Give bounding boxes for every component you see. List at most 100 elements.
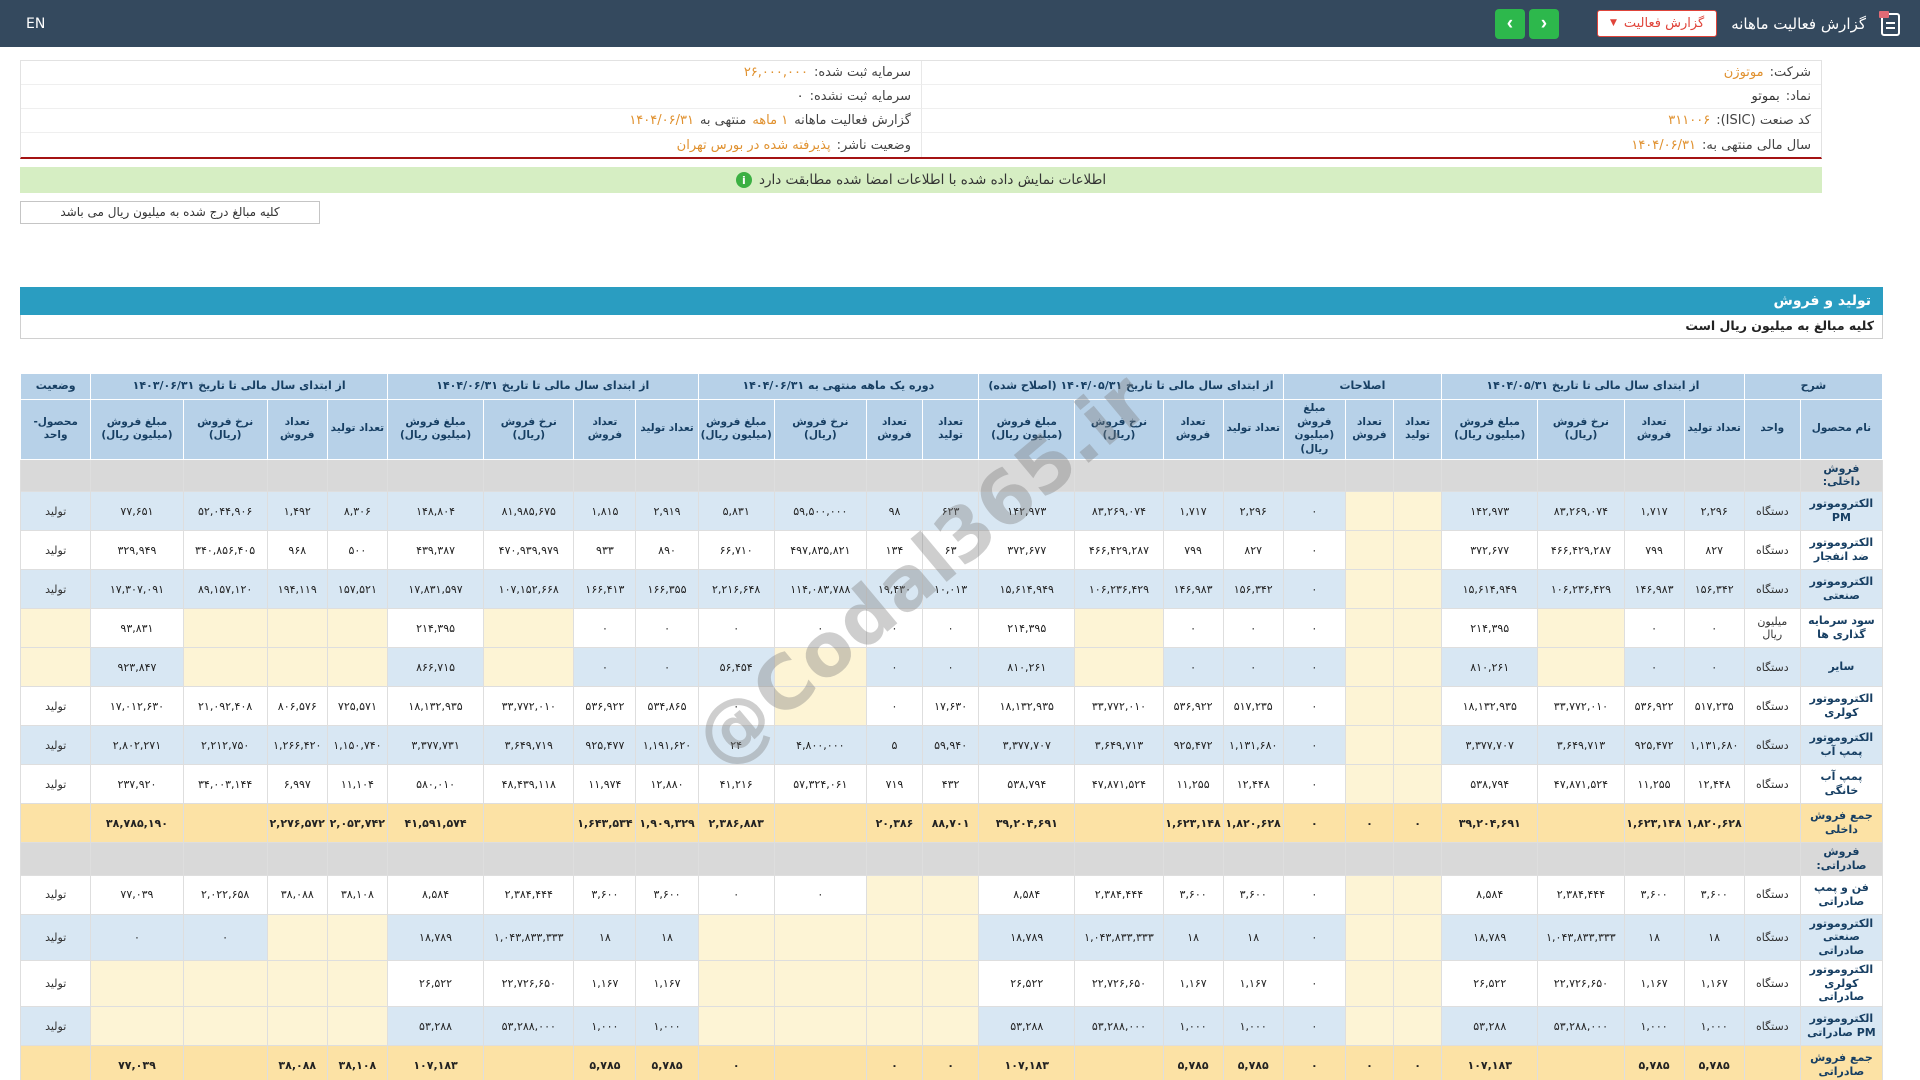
g4-value-cell: ۰ — [697, 608, 775, 649]
product-name-cell: الکتروموتور PM — [1799, 491, 1884, 532]
g1-value-cell: ۱,۰۴۳,۸۳۳,۳۳۳ — [1537, 913, 1625, 961]
g4-value-cell: ۰ — [773, 608, 867, 649]
g4-value-cell: ۴,۸۰۰,۰۰۰ — [773, 725, 867, 766]
header-g6-sold: تعداد فروش — [266, 399, 328, 460]
g4-value-cell: ۲۴ — [697, 725, 775, 766]
g3-value-cell: ۱,۸۲۰,۶۲۸ — [1222, 803, 1284, 844]
header-group-4: از ابتدای سال مالی تا تاریخ ۱۴۰۴/۰۶/۳۱ — [386, 373, 699, 400]
blank-cell — [19, 842, 92, 876]
company-info-row: شرکت: موتوژن — [921, 61, 1821, 85]
prev-report-button[interactable]: ‹ — [1494, 8, 1525, 39]
company-name-link[interactable]: موتوژن — [1724, 65, 1764, 80]
g2-value-cell: ۰ — [1282, 725, 1346, 766]
header-g2-prod: تعداد تولید — [1393, 399, 1443, 460]
g1-value-cell: ۲۲,۷۲۶,۶۵۰ — [1537, 959, 1625, 1008]
company-info-row: گزارش فعالیت ماهانه ۱ ماهه منتهی به ۱۴۰۴… — [21, 109, 921, 133]
info-icon: i — [735, 172, 752, 188]
product-name-cell: جمع فروش داخلی — [1799, 803, 1884, 844]
g1-value-cell: ۱,۶۲۳,۱۴۸ — [1623, 803, 1685, 844]
g1-value-cell: ۱,۷۱۷ — [1623, 491, 1685, 532]
g1-value-cell: ۱۸,۱۳۲,۹۳۵ — [1441, 686, 1539, 727]
g3-value-cell: ۱۸,۷۸۹ — [978, 913, 1076, 961]
g6-value-cell — [266, 608, 328, 649]
g5-value-cell: ۱۰۷,۱۸۳ — [386, 1045, 485, 1080]
g4-value-cell: ۰ — [865, 1045, 924, 1080]
g6-value-cell: ۰ — [90, 913, 184, 961]
blank-cell — [1683, 458, 1745, 493]
g2-value-cell — [1344, 764, 1395, 805]
company-info-row: نماد: بموتو — [921, 85, 1821, 109]
status-cell — [19, 803, 92, 844]
blank-cell — [1282, 842, 1346, 876]
g3-value-cell: ۱۸,۱۳۲,۹۳۵ — [978, 686, 1076, 727]
header-g3-rate: نرخ فروش (ریال) — [1074, 399, 1164, 460]
status-cell: تولید — [19, 686, 92, 727]
g1-value-cell — [1537, 608, 1625, 649]
g4-value-cell: ۹۸ — [865, 491, 924, 532]
g4-value-cell: ۰ — [865, 608, 924, 649]
company-info-row: کد صنعت (ISIC): ۳۱۱۰۰۶ — [921, 109, 1821, 133]
g2-value-cell: ۰ — [1393, 1045, 1443, 1080]
g6-value-cell: ۲۳۷,۹۲۰ — [90, 764, 184, 805]
g5-value-cell: ۸۹۰ — [635, 530, 699, 571]
g6-value-cell: ۱۷,۰۱۲,۶۳۰ — [90, 686, 184, 727]
g1-value-cell: ۱۴۲,۹۷۳ — [1441, 491, 1539, 532]
blank-cell — [182, 842, 268, 876]
g2-value-cell — [1393, 725, 1443, 766]
g1-value-cell: ۴۷,۸۷۱,۵۲۴ — [1537, 764, 1625, 805]
blank-cell — [386, 842, 485, 876]
g5-value-cell: ۲۱۴,۳۹۵ — [386, 608, 485, 649]
g1-value-cell — [1537, 803, 1625, 844]
g1-value-cell: ۳,۶۰۰ — [1683, 874, 1745, 915]
g6-value-cell: ۹۳,۸۳۱ — [90, 608, 184, 649]
report-period-highlight: ۱ ماهه — [752, 113, 789, 128]
g4-value-cell: ۰ — [865, 647, 924, 688]
g2-value-cell — [1393, 913, 1443, 961]
header-g5-prod: تعداد تولید — [635, 399, 699, 460]
g6-value-cell: ۱,۲۶۶,۴۲۰ — [266, 725, 328, 766]
g6-value-cell: ۳۴۰,۸۵۶,۴۰۵ — [182, 530, 268, 571]
product-name-cell: الکتروموتور کولری — [1799, 686, 1884, 727]
g5-value-cell: ۴۱,۵۹۱,۵۷۴ — [386, 803, 485, 844]
blank-cell — [1393, 842, 1443, 876]
g1-value-cell — [1537, 647, 1625, 688]
g4-value-cell: ۵۷,۳۲۴,۰۶۱ — [773, 764, 867, 805]
product-row: الکتروموتور کولری صادراتی دستگاه ۱,۱۶۷ ۱,۱۶… — [19, 959, 1884, 1008]
status-cell: تولید — [19, 959, 92, 1008]
company-info-row: سرمایه ثبت نشده: ۰ — [21, 85, 921, 109]
g5-value-cell: ۱۴۸,۸۰۴ — [386, 491, 485, 532]
report-icon — [1878, 10, 1902, 37]
language-toggle[interactable]: EN — [26, 16, 45, 32]
g3-value-cell: ۳,۳۷۷,۷۰۷ — [978, 725, 1076, 766]
g3-value-cell: ۳۷۲,۶۷۷ — [978, 530, 1076, 571]
next-report-button[interactable]: › — [1528, 8, 1559, 39]
company-info-table: شرکت: موتوژن سرمایه ثبت شده: ۲۶,۰۰۰,۰۰۰ نماد… — [20, 60, 1822, 159]
blank-cell — [1344, 458, 1395, 493]
product-name-cell: الکتروموتور PM صادراتی — [1799, 1006, 1884, 1047]
g1-value-cell: ۰ — [1623, 647, 1685, 688]
info-label: نماد: — [1785, 89, 1811, 104]
g5-value-cell: ۱,۶۴۳,۵۳۴ — [573, 803, 637, 844]
unit-cell: دستگاه — [1743, 874, 1801, 915]
g5-value-cell: ۱,۹۰۹,۳۲۹ — [635, 803, 699, 844]
g6-value-cell: ۱,۴۹۲ — [266, 491, 328, 532]
info-label: سرمایه ثبت شده: — [813, 65, 911, 80]
g3-value-cell: ۱,۶۲۳,۱۴۸ — [1162, 803, 1224, 844]
header-g6-rate: نرخ فروش (ریال) — [182, 399, 268, 460]
unit-cell: دستگاه — [1743, 959, 1801, 1008]
g4-value-cell: ۴۱,۲۱۶ — [697, 764, 775, 805]
g1-value-cell: ۲,۳۸۴,۴۴۴ — [1537, 874, 1625, 915]
g2-value-cell — [1393, 608, 1443, 649]
g6-value-cell: ۲,۸۰۲,۲۷۱ — [90, 725, 184, 766]
status-cell: تولید — [19, 874, 92, 915]
g4-value-cell — [697, 959, 775, 1008]
g2-value-cell — [1344, 491, 1395, 532]
g4-value-cell — [865, 1006, 924, 1047]
status-cell: تولید — [19, 491, 92, 532]
section-label-cell: فروش داخلی: — [1799, 458, 1884, 493]
company-info-row: سرمایه ثبت شده: ۲۶,۰۰۰,۰۰۰ — [21, 61, 921, 85]
g4-value-cell — [865, 959, 924, 1008]
g5-value-cell — [483, 1045, 575, 1080]
g1-value-cell: ۵۳,۲۸۸,۰۰۰ — [1537, 1006, 1625, 1047]
report-type-dropdown[interactable]: گزارش فعالیت ▼ — [1596, 10, 1718, 37]
